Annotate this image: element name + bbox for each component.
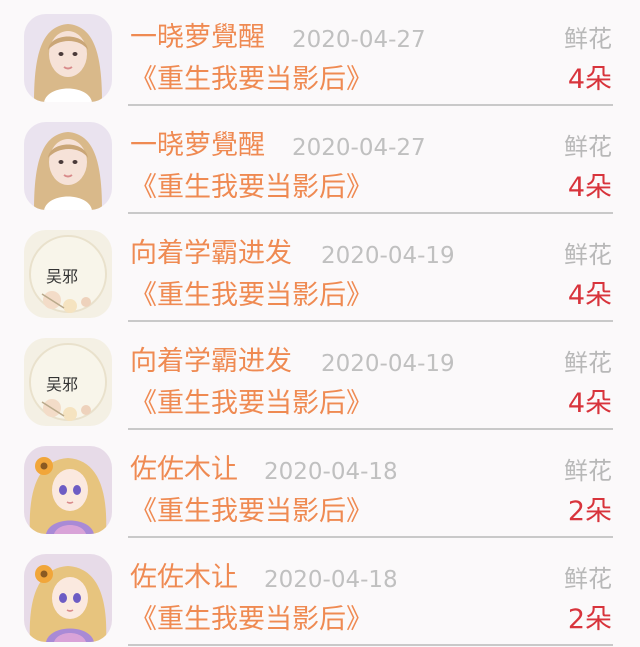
calligraphy-avatar-icon: 吴邪	[24, 230, 112, 318]
gift-count: 4朵	[567, 172, 612, 203]
anime-avatar-icon	[24, 446, 112, 534]
gift-count: 4朵	[567, 388, 612, 419]
list-item[interactable]: 吴邪 向着学霸进发 2020-04-19 《重生我要当影后》 鲜花 4朵	[0, 324, 640, 432]
divider	[128, 644, 613, 646]
gift-count: 4朵	[567, 280, 612, 311]
gift-type: 鲜花	[564, 457, 612, 485]
list-item[interactable]: 佐佐木让 2020-04-18 《重生我要当影后》 鲜花 2朵	[0, 432, 640, 540]
user-name[interactable]: 佐佐木让	[130, 560, 238, 596]
gift-type: 鲜花	[564, 25, 612, 53]
user-name[interactable]: 向着学霸进发	[130, 236, 292, 272]
avatar-calligraphy-text: 吴邪	[46, 267, 78, 286]
gift-record-list: 一晓萝覺醒 2020-04-27 《重生我要当影后》 鲜花 4朵 一晓萝覺醒 2…	[0, 0, 640, 647]
girl-avatar-icon	[24, 14, 112, 102]
gift-date: 2020-04-18	[264, 567, 398, 593]
avatar[interactable]: 吴邪	[24, 338, 112, 426]
avatar[interactable]	[24, 446, 112, 534]
list-item[interactable]: 一晓萝覺醒 2020-04-27 《重生我要当影后》 鲜花 4朵	[0, 108, 640, 216]
book-title[interactable]: 《重生我要当影后》	[130, 62, 373, 98]
book-title[interactable]: 《重生我要当影后》	[130, 170, 373, 206]
divider	[128, 212, 613, 214]
book-title[interactable]: 《重生我要当影后》	[130, 386, 373, 422]
avatar[interactable]	[24, 14, 112, 102]
gift-date: 2020-04-27	[292, 135, 426, 161]
calligraphy-avatar-icon: 吴邪	[24, 338, 112, 426]
user-name[interactable]: 佐佐木让	[130, 452, 238, 488]
gift-type: 鲜花	[564, 565, 612, 593]
gift-date: 2020-04-19	[321, 243, 455, 269]
gift-count: 4朵	[567, 64, 612, 95]
avatar[interactable]: 吴邪	[24, 230, 112, 318]
gift-type: 鲜花	[564, 133, 612, 161]
divider	[128, 104, 613, 106]
girl-avatar-icon	[24, 122, 112, 210]
avatar[interactable]	[24, 122, 112, 210]
book-title[interactable]: 《重生我要当影后》	[130, 278, 373, 314]
avatar[interactable]	[24, 554, 112, 642]
gift-date: 2020-04-18	[264, 459, 398, 485]
gift-type: 鲜花	[564, 349, 612, 377]
divider	[128, 320, 613, 322]
divider	[128, 428, 613, 430]
list-item[interactable]: 佐佐木让 2020-04-18 《重生我要当影后》 鲜花 2朵	[0, 540, 640, 647]
gift-count: 2朵	[567, 496, 612, 527]
avatar-calligraphy-text: 吴邪	[46, 375, 78, 394]
divider	[128, 536, 613, 538]
gift-count: 2朵	[567, 604, 612, 635]
user-name[interactable]: 向着学霸进发	[130, 344, 292, 380]
list-item[interactable]: 吴邪 向着学霸进发 2020-04-19 《重生我要当影后》 鲜花 4朵	[0, 216, 640, 324]
user-name[interactable]: 一晓萝覺醒	[130, 128, 265, 164]
anime-avatar-icon	[24, 554, 112, 642]
book-title[interactable]: 《重生我要当影后》	[130, 602, 373, 638]
gift-date: 2020-04-27	[292, 27, 426, 53]
book-title[interactable]: 《重生我要当影后》	[130, 494, 373, 530]
user-name[interactable]: 一晓萝覺醒	[130, 20, 265, 56]
gift-date: 2020-04-19	[321, 351, 455, 377]
list-item[interactable]: 一晓萝覺醒 2020-04-27 《重生我要当影后》 鲜花 4朵	[0, 0, 640, 108]
gift-type: 鲜花	[564, 241, 612, 269]
